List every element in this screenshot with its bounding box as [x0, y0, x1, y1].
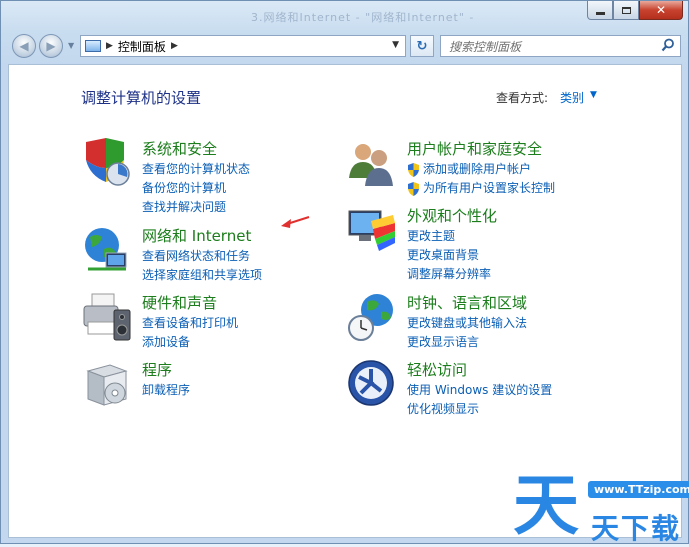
- recent-pages-dropdown[interactable]: ▼: [68, 41, 74, 50]
- category-title[interactable]: 轻松访问: [407, 359, 467, 380]
- category-title[interactable]: 硬件和声音: [142, 292, 217, 313]
- watermark-url: www.TTzip.com: [588, 481, 689, 498]
- address-bar[interactable]: ▶ 控制面板 ▶ ▼: [80, 35, 406, 57]
- link-windows-recommended-settings[interactable]: 使用 Windows 建议的设置: [407, 381, 552, 400]
- link-parental-controls[interactable]: 为所有用户设置家长控制: [407, 179, 555, 198]
- link-change-desktop-background[interactable]: 更改桌面背景: [407, 246, 491, 265]
- address-dropdown-icon[interactable]: ▼: [392, 40, 399, 50]
- annotation-arrow-icon: [281, 216, 310, 228]
- back-arrow-icon: ◀: [19, 39, 29, 53]
- minimize-icon: [595, 11, 605, 15]
- watermark-logo: 天 www.TTzip.com 天下载: [513, 467, 689, 545]
- search-icon[interactable]: [661, 38, 675, 52]
- link-optimize-video-display[interactable]: 优化视频显示: [407, 400, 552, 419]
- ease-of-access-icon[interactable]: [347, 359, 397, 409]
- link-change-display-language[interactable]: 更改显示语言: [407, 333, 527, 352]
- uac-shield-icon: [408, 162, 419, 177]
- category-title[interactable]: 用户帐户和家庭安全: [407, 138, 542, 159]
- search-box[interactable]: [440, 35, 681, 57]
- users-icon[interactable]: [347, 138, 397, 188]
- monitor-palette-icon[interactable]: [347, 205, 397, 255]
- watermark-text: 天下载: [591, 512, 682, 545]
- search-input[interactable]: [447, 37, 661, 57]
- maximize-button[interactable]: [613, 1, 639, 20]
- link-label: 添加或删除用户帐户: [423, 162, 532, 176]
- refresh-icon: ↻: [416, 38, 428, 54]
- category-title[interactable]: 时钟、语言和区域: [407, 292, 527, 313]
- link-adjust-resolution[interactable]: 调整屏幕分辨率: [407, 265, 491, 284]
- view-by-dropdown[interactable]: 类别: [560, 89, 584, 106]
- category-title[interactable]: 程序: [142, 359, 172, 380]
- watermark-big-glyph: 天: [513, 467, 579, 544]
- link-uninstall-program[interactable]: 卸载程序: [142, 381, 190, 400]
- control-panel-icon: [85, 40, 101, 52]
- link-homegroup-sharing[interactable]: 选择家庭组和共享选项: [142, 266, 262, 285]
- category-title[interactable]: 外观和个性化: [407, 205, 497, 226]
- breadcrumb-separator-icon[interactable]: ▶: [171, 41, 178, 51]
- view-by-chevron-down-icon[interactable]: ▼: [590, 90, 597, 100]
- breadcrumb-separator-icon[interactable]: ▶: [106, 41, 113, 51]
- page-title: 调整计算机的设置: [81, 89, 202, 107]
- link-troubleshoot[interactable]: 查找并解决问题: [142, 198, 250, 217]
- close-icon: ✕: [655, 3, 667, 17]
- view-by-label: 查看方式:: [496, 91, 549, 105]
- maximize-icon: [621, 6, 631, 14]
- programs-box-icon[interactable]: [82, 359, 132, 409]
- link-backup-computer[interactable]: 备份您的计算机: [142, 179, 250, 198]
- content-pane: 调整计算机的设置 查看方式: 类别 ▼ 系统和安全 查看您的计算机状态 备份您的…: [8, 64, 682, 538]
- link-change-theme[interactable]: 更改主题: [407, 227, 491, 246]
- forward-arrow-icon: ▶: [46, 39, 56, 53]
- clock-globe-icon[interactable]: [347, 292, 397, 342]
- system-security-shield-icon[interactable]: [82, 138, 132, 188]
- caption-buttons: ✕: [587, 1, 683, 20]
- printer-speaker-icon[interactable]: [82, 292, 132, 342]
- refresh-button[interactable]: ↻: [410, 35, 434, 57]
- control-panel-window: 3.网络和Internet - "网络和Internet" - ✕ ◀ ▶ ▼ …: [0, 0, 689, 545]
- link-add-device[interactable]: 添加设备: [142, 333, 238, 352]
- link-change-keyboard-input[interactable]: 更改键盘或其他输入法: [407, 314, 527, 333]
- breadcrumb-control-panel[interactable]: 控制面板: [118, 38, 166, 55]
- forward-button[interactable]: ▶: [39, 34, 63, 58]
- back-button[interactable]: ◀: [12, 34, 36, 58]
- network-globe-icon[interactable]: [82, 225, 132, 275]
- link-view-network-status[interactable]: 查看网络状态和任务: [142, 247, 262, 266]
- category-title[interactable]: 网络和 Internet: [142, 225, 251, 246]
- link-view-devices-printers[interactable]: 查看设备和打印机: [142, 314, 238, 333]
- close-button[interactable]: ✕: [639, 1, 683, 20]
- link-add-remove-accounts[interactable]: 添加或删除用户帐户: [407, 160, 555, 179]
- minimize-button[interactable]: [587, 1, 613, 20]
- uac-shield-icon: [408, 181, 419, 196]
- link-view-computer-status[interactable]: 查看您的计算机状态: [142, 160, 250, 179]
- link-label: 为所有用户设置家长控制: [423, 181, 556, 195]
- category-title[interactable]: 系统和安全: [142, 138, 217, 159]
- window-title: 3.网络和Internet - "网络和Internet" -: [251, 11, 475, 24]
